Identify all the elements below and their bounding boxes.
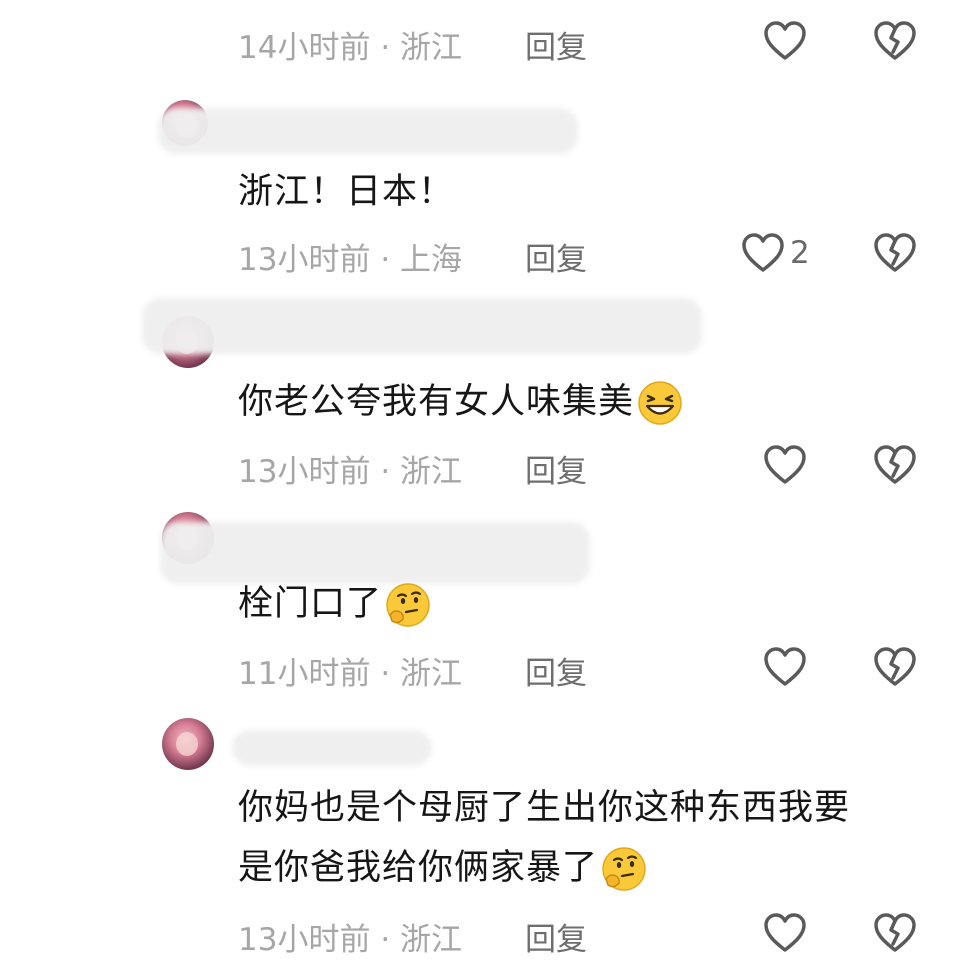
comment-time: 13小时前 [238,454,371,490]
broken-heart-icon [874,21,916,60]
like-button[interactable] [762,20,808,62]
comment-meta: 14小时前 · 浙江 [238,22,462,67]
thinking-face-emoji [386,583,430,627]
comment-text: 浙江！日本！ [238,172,455,212]
broken-heart-icon [874,445,916,484]
like-button[interactable]: 2 [740,232,810,274]
like-button[interactable] [762,646,808,688]
heart-outline-icon [742,233,784,272]
like-button[interactable] [762,444,808,486]
reply-button[interactable]: 回复 [525,234,587,279]
username-redaction [160,522,590,584]
meta-separator: · [380,242,391,278]
comment-time: 14小时前 [238,30,371,66]
dislike-button[interactable] [872,20,918,62]
thinking-face-emoji [602,847,646,891]
broken-heart-icon [874,647,916,686]
reply-button[interactable]: 回复 [525,22,587,67]
heart-outline-icon [764,445,806,484]
comment-location: 浙江 [400,922,463,958]
comment-time: 13小时前 [238,242,371,278]
comment-meta: 11小时前 · 浙江 [238,648,462,693]
username-redaction [232,730,432,766]
meta-separator: · [380,30,391,66]
dislike-button[interactable] [872,646,918,688]
like-button[interactable] [762,912,808,954]
comment-text: 栓门口了 [238,576,432,632]
grinning-face-emoji [638,381,682,425]
meta-separator: · [380,656,391,692]
broken-heart-icon [874,913,916,952]
meta-separator: · [380,454,391,490]
comment-text: 你老公夸我有女人味集美 [238,374,684,430]
comment-location: 上海 [400,242,463,278]
comment-location: 浙江 [400,454,463,490]
comment-meta: 13小时前 · 浙江 [238,446,462,491]
comment-time: 13小时前 [238,922,371,958]
comment-location: 浙江 [400,656,463,692]
reply-button[interactable]: 回复 [525,446,587,491]
comment-text-content: 你老公夸我有女人味集美 [238,382,635,422]
username-redaction [158,108,578,154]
dislike-button[interactable] [872,912,918,954]
reply-button[interactable]: 回复 [525,648,587,693]
broken-heart-icon [874,233,916,272]
comment-location: 浙江 [400,30,463,66]
dislike-button[interactable] [872,232,918,274]
heart-outline-icon [764,913,806,952]
comment-time: 11小时前 [238,656,371,692]
comment-text-line-1: 你妈也是个母厨了生出你这种东西我要 [238,788,851,828]
reply-button[interactable]: 回复 [525,914,587,959]
comment-meta: 13小时前 · 上海 [238,234,462,279]
username-redaction [142,298,702,354]
like-count: 2 [790,235,810,271]
heart-outline-icon [764,21,806,60]
heart-outline-icon [764,647,806,686]
avatar[interactable] [162,718,214,770]
meta-separator: · [380,922,391,958]
comment-text-content: 栓门口了 [238,584,383,624]
dislike-button[interactable] [872,444,918,486]
comment-text-line-2: 是你爸我给你俩家暴了 [238,848,599,888]
comment-text: 是你爸我给你俩家暴了 [238,840,648,896]
comment-meta: 13小时前 · 浙江 [238,914,462,959]
